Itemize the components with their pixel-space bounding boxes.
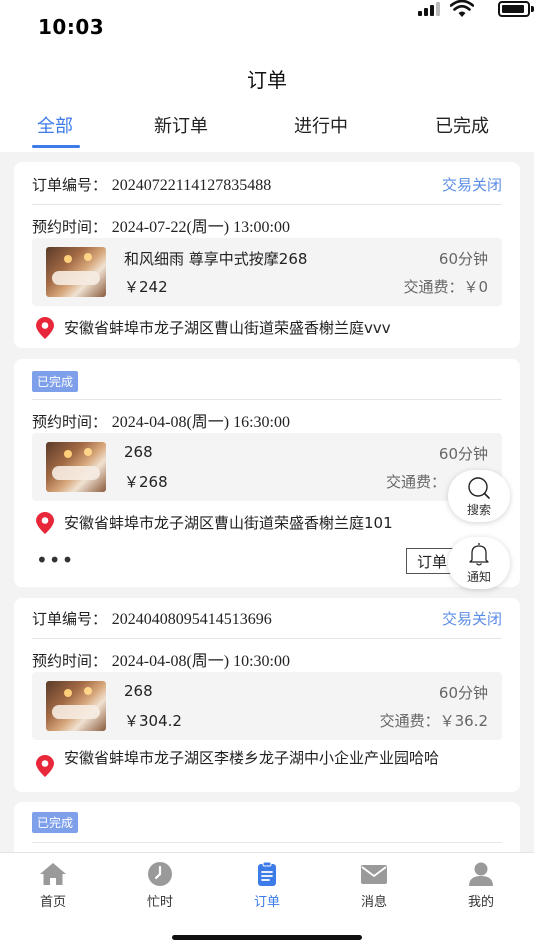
- order-status: 交易关闭: [441, 176, 502, 194]
- appointment-time: 2024-04-08(周一) 16:30:00: [111, 414, 291, 431]
- tab-all[interactable]: 全部: [37, 112, 73, 138]
- appointment-row: 预约时间： 2024-04-08(周一) 10:30:00: [32, 647, 290, 671]
- status-time: 10:03: [38, 15, 105, 39]
- service-name: 268: [124, 682, 153, 700]
- notify-float-label: 通知: [466, 570, 491, 584]
- order-number: 20240722114127835488: [111, 177, 272, 194]
- clock-icon: [148, 862, 172, 886]
- location-pin-icon: [36, 317, 54, 339]
- appointment-time: 2024-04-08(周一) 10:30:00: [111, 653, 291, 670]
- tabbar-item-mine[interactable]: 我的: [441, 861, 521, 910]
- order-card[interactable]: 订单编号： 20240722114127835488 交易关闭 预约时间： 20…: [14, 162, 520, 348]
- service-item[interactable]: 268 60分钟 ￥304.2 交通费：￥36.2: [32, 672, 502, 740]
- home-icon: [40, 863, 66, 885]
- order-status: 交易关闭: [441, 610, 502, 628]
- person-icon: [469, 862, 493, 886]
- appointment-label: 预约时间：: [32, 413, 108, 431]
- divider: [32, 638, 502, 639]
- status-badge: 已完成: [32, 812, 79, 833]
- wifi-icon: [450, 0, 474, 17]
- divider: [32, 842, 502, 843]
- service-name: 268: [124, 443, 153, 461]
- service-thumbnail: [46, 681, 106, 731]
- status-bar: 10:03: [0, 0, 534, 54]
- status-badge: 已完成: [32, 371, 79, 392]
- tabbar-item-messages[interactable]: 消息: [334, 861, 414, 910]
- tabbar-label: 首页: [39, 895, 66, 910]
- tabbar-label: 订单: [253, 895, 280, 910]
- order-number-row: 订单编号： 20240408095414513696: [32, 608, 272, 629]
- tab-new[interactable]: 新订单: [154, 112, 208, 138]
- tabbar-item-orders[interactable]: 订单: [227, 861, 307, 910]
- tabbar-item-busy[interactable]: 忙时: [120, 861, 200, 910]
- active-tab-indicator: [32, 145, 80, 148]
- top-area: 10:03 订单 全部 新订单 进行中 已完成: [0, 0, 534, 152]
- service-duration: 60分钟: [438, 445, 488, 463]
- search-icon: [468, 477, 490, 499]
- appointment-time: 2024-07-22(周一) 13:00:00: [111, 219, 291, 236]
- appointment-label: 预约时间：: [32, 652, 108, 670]
- tabbar-item-home[interactable]: 首页: [13, 861, 93, 910]
- travel-fee: 交通费：￥0: [403, 278, 488, 296]
- location-pin-icon: [36, 512, 54, 534]
- order-number-label: 订单编号：: [32, 176, 108, 194]
- notify-float-button[interactable]: 通知: [448, 537, 510, 589]
- service-duration: 60分钟: [438, 684, 488, 702]
- service-duration: 60分钟: [438, 250, 488, 268]
- order-number-label: 订单编号：: [32, 610, 108, 628]
- service-item[interactable]: 和风细雨 尊享中式按摩268 60分钟 ￥242 交通费：￥0: [32, 238, 502, 306]
- home-indicator: [172, 935, 362, 940]
- order-card[interactable]: 订单编号： 20240408095414513696 交易关闭 预约时间： 20…: [14, 598, 520, 792]
- tab-in-progress[interactable]: 进行中: [294, 112, 348, 138]
- appointment-label: 预约时间：: [32, 218, 108, 236]
- service-price: ￥242: [124, 278, 168, 296]
- tab-completed[interactable]: 已完成: [435, 112, 489, 138]
- appointment-row: 预约时间： 2024-07-22(周一) 13:00:00: [32, 213, 290, 237]
- battery-icon: [498, 1, 534, 17]
- service-price: ￥268: [124, 473, 168, 491]
- order-tabs: 全部 新订单 进行中 已完成: [0, 108, 534, 152]
- travel-fee: 交通费：: [385, 473, 446, 491]
- search-float-button[interactable]: 搜索: [448, 470, 510, 522]
- service-address: 安徽省蚌埠市龙子湖区曹山街道荣盛香榭兰庭101: [64, 514, 393, 532]
- travel-fee: 交通费：￥36.2: [379, 712, 488, 730]
- service-item[interactable]: 268 60分钟 ￥268 交通费：: [32, 433, 502, 501]
- service-address: 安徽省蚌埠市龙子湖区曹山街道荣盛香榭兰庭vvv: [64, 319, 391, 337]
- tabbar-label: 我的: [467, 895, 494, 910]
- service-thumbnail: [46, 442, 106, 492]
- order-card[interactable]: 已完成 预约时间： 2024-04-08(周一) 16:30:00 268 60…: [14, 359, 520, 587]
- tabbar-label: 忙时: [146, 895, 173, 910]
- service-address: 安徽省蚌埠市龙子湖区李楼乡龙子湖中小企业产业园哈哈: [64, 749, 440, 767]
- divider: [32, 204, 502, 205]
- mail-icon: [361, 865, 387, 884]
- appointment-row: 预约时间： 2024-04-08(周一) 16:30:00: [32, 408, 290, 432]
- order-icon: [258, 861, 276, 886]
- service-thumbnail: [46, 247, 106, 297]
- bell-icon: [469, 543, 489, 566]
- search-float-label: 搜索: [466, 503, 491, 517]
- more-icon[interactable]: •••: [36, 548, 74, 572]
- order-number: 20240408095414513696: [111, 611, 272, 628]
- order-number-row: 订单编号： 20240722114127835488: [32, 174, 271, 195]
- service-price: ￥304.2: [124, 712, 182, 730]
- tabbar-label: 消息: [360, 895, 387, 910]
- page-title: 订单: [247, 68, 287, 92]
- divider: [32, 399, 502, 400]
- service-name: 和风细雨 尊享中式按摩268: [124, 250, 308, 268]
- signal-icon: [418, 2, 440, 16]
- location-pin-icon: [36, 755, 54, 777]
